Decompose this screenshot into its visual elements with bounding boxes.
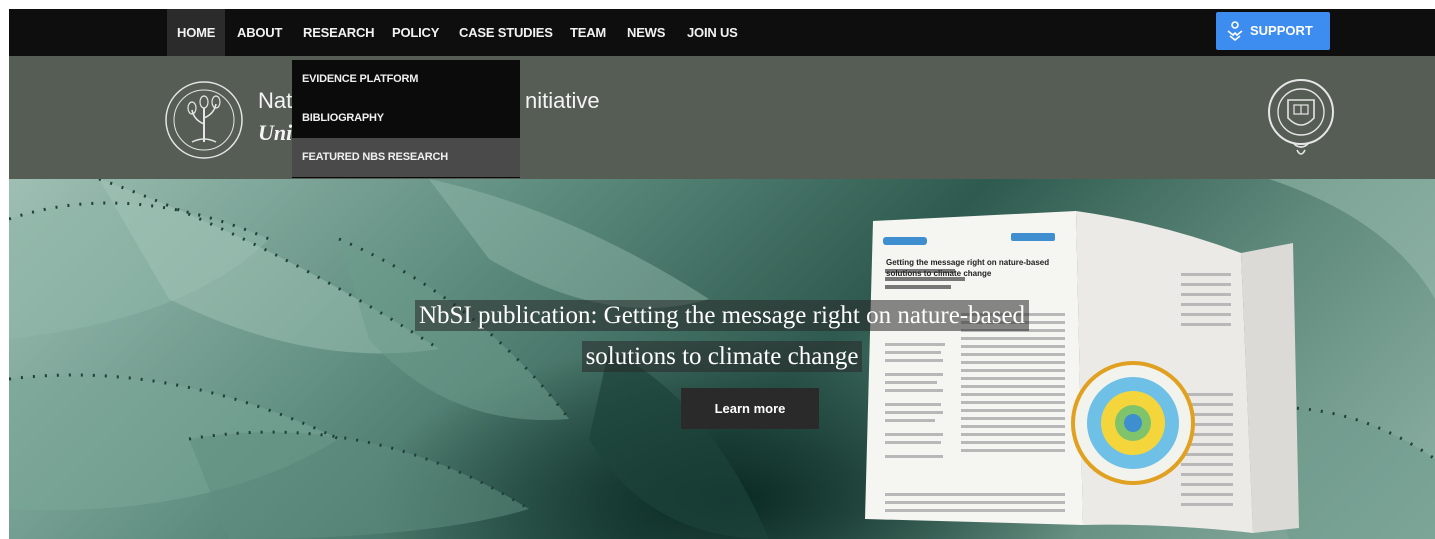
site-header: Nat nitiative Uni [9, 56, 1435, 179]
support-button[interactable]: SUPPORT [1216, 12, 1330, 50]
nav-home[interactable]: HOME [167, 9, 226, 56]
nav-case-studies[interactable]: CASE STUDIES [459, 9, 553, 56]
nav-team[interactable]: TEAM [570, 9, 606, 56]
dropdown-featured-nbs-research[interactable]: FEATURED NBS RESEARCH [292, 138, 520, 177]
nav-research[interactable]: RESEARCH [303, 9, 375, 56]
hero-title-line1: NbSI publication: Getting the message ri… [9, 300, 1435, 331]
nav-about[interactable]: ABOUT [237, 9, 282, 56]
top-nav: HOME ABOUT RESEARCH POLICY CASE STUDIES … [9, 9, 1435, 56]
dropdown-bibliography[interactable]: BIBLIOGRAPHY [292, 99, 520, 138]
site-name-line2: Uni [258, 120, 293, 145]
site-name-line1-right: nitiative [525, 88, 600, 113]
hero-title-line2: solutions to climate change [9, 341, 1435, 372]
hands-heart-icon [1227, 21, 1243, 41]
journal-article-title: Getting the message right on nature-base… [886, 258, 1050, 278]
hero-title-line1-text: NbSI publication: Getting the message ri… [414, 300, 1030, 331]
university-crest-icon [1268, 79, 1334, 155]
research-dropdown: EVIDENCE PLATFORM BIBLIOGRAPHY FEATURED … [292, 60, 520, 178]
hero-title-line2-text: solutions to climate change [581, 341, 863, 372]
page-frame: HOME ABOUT RESEARCH POLICY CASE STUDIES … [9, 9, 1435, 539]
site-name-line1-left: Nat [258, 88, 293, 113]
nav-policy[interactable]: POLICY [392, 9, 439, 56]
learn-more-button[interactable]: Learn more [681, 388, 819, 429]
support-label: SUPPORT [1250, 23, 1313, 38]
dropdown-evidence-platform[interactable]: EVIDENCE PLATFORM [292, 60, 520, 99]
nav-news[interactable]: NEWS [627, 9, 665, 56]
hero-banner: NbSI publication: Getting the message ri… [9, 179, 1435, 539]
nbsi-logo-icon[interactable] [164, 80, 244, 160]
nav-join-us[interactable]: JOIN US [687, 9, 738, 56]
